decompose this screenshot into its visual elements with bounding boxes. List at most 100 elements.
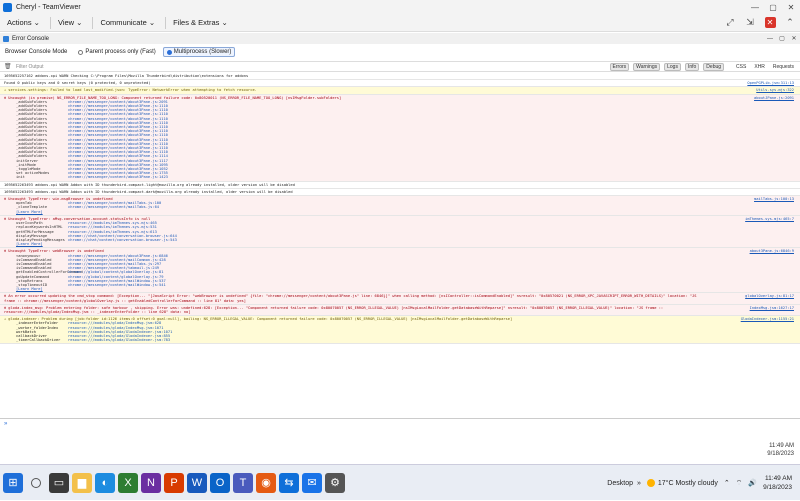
- source-link[interactable]: globalOverlay.js:81:17: [745, 294, 794, 298]
- onenote-icon[interactable]: N: [141, 472, 161, 493]
- window-title: Cheryl - TeamViewer: [16, 3, 81, 11]
- chevron-right-icon[interactable]: »: [637, 480, 641, 487]
- teamviewer-title-bar: Cheryl - TeamViewer — ▢ ✕: [0, 0, 800, 14]
- volume-icon[interactable]: 🔊: [748, 479, 757, 487]
- mode-parent-only-radio[interactable]: Parent process only (Fast): [75, 48, 158, 56]
- mode-multiprocess-radio[interactable]: Multiprocess (Slower): [162, 47, 236, 57]
- entry-text: 1695652263493 addons.xpi WARN Addon with…: [4, 189, 293, 194]
- source-link[interactable]: Utils.sys.mjs:322: [756, 88, 794, 92]
- entry-message: 1695652257162 addons.xpi WARN Checking C…: [4, 74, 796, 78]
- error-entry[interactable]: ⊗ Uncaught (in promise) NS_ERROR_FILE_NAM…: [0, 94, 800, 182]
- error-icon: ⊗: [4, 249, 7, 254]
- menu-files-extras[interactable]: Files & Extras ⌄: [173, 18, 228, 27]
- frame-location-link[interactable]: resource:///modules/gloda/GlodaIndexer.j…: [68, 338, 170, 342]
- source-link[interactable]: imThemes.sys.mjs:465:7: [745, 217, 794, 221]
- maximize-button[interactable]: ▢: [764, 3, 782, 12]
- start-icon[interactable]: ⊞: [3, 472, 23, 493]
- source-link[interactable]: GlodaIndexer.jsm:1155:21: [741, 317, 794, 321]
- divider: [92, 16, 94, 29]
- powerpoint-icon[interactable]: P: [164, 472, 184, 493]
- weather-icon: [646, 479, 655, 487]
- log-entry[interactable]: 1695652263493 addons.xpi WARN Addon with…: [0, 182, 800, 189]
- frame-location-link[interactable]: chrome://chat/content/conversation-brows…: [68, 238, 177, 242]
- settings-icon[interactable]: ⚙: [325, 472, 345, 493]
- desktop-label[interactable]: Desktop: [607, 480, 633, 487]
- toggle-logs[interactable]: Logs: [664, 62, 681, 71]
- chevron-up-icon[interactable]: ⌃: [780, 14, 800, 31]
- teamviewer-icon[interactable]: ⇆: [279, 472, 299, 493]
- error-entry[interactable]: ⊗ Uncaught TypeError: webBrowser is undef…: [0, 248, 800, 294]
- log-entry[interactable]: 1695652257162 addons.xpi WARN Checking C…: [0, 73, 800, 81]
- entry-text: Found 0 public keys and 0 secret keys (0…: [4, 81, 151, 86]
- error-icon: ⊗: [4, 216, 7, 221]
- learn-more-link[interactable]: [Learn More]: [4, 287, 796, 291]
- firefox-icon[interactable]: ◉: [256, 472, 276, 493]
- log-entry[interactable]: 1695652263493 addons.xpi WARN Addon with…: [0, 189, 800, 197]
- weather-widget[interactable]: 17°C Mostly cloudy: [646, 479, 718, 487]
- frame-location-link[interactable]: chrome://messenger/content/mailTabs.js:6…: [68, 205, 159, 209]
- network-icon[interactable]: ⌔: [736, 479, 743, 488]
- edge-icon[interactable]: ◐: [95, 472, 115, 493]
- toggle-css[interactable]: CSS: [734, 64, 748, 70]
- menu-communicate[interactable]: Communicate ⌄: [100, 18, 155, 27]
- menu-actions[interactable]: Actions ⌄: [7, 18, 40, 27]
- error-entry[interactable]: ⊗ Uncaught TypeError: aMsg.conversation.a…: [0, 215, 800, 249]
- console-maximize-button[interactable]: ▢: [776, 35, 788, 42]
- taskbar: ⊞ ▭ ▆ ◐ X N P W O T ◉ ⇆ ✉ ⚙ Desktop » 17…: [0, 464, 800, 500]
- taskbar-time: 11:49 AM: [765, 475, 792, 482]
- word-icon[interactable]: W: [187, 472, 207, 493]
- source-link[interactable]: mailTabs.js:100:13: [754, 197, 794, 201]
- file-explorer-icon[interactable]: ▆: [72, 472, 92, 493]
- pin-icon[interactable]: ⇲: [740, 14, 760, 31]
- radio-dot: [166, 49, 172, 55]
- toggle-warnings[interactable]: Warnings: [633, 62, 661, 71]
- error-console-title-bar: Error Console — ▢ ✕: [0, 33, 800, 44]
- warning-entry[interactable]: ⚠ services.settings: Failed to load last_…: [0, 87, 800, 95]
- outlook-icon[interactable]: O: [210, 472, 230, 493]
- entry-text: An error occurred updating the cmd_stop …: [4, 294, 697, 303]
- menu-view[interactable]: View ⌄: [58, 18, 83, 27]
- console-close-button[interactable]: ✕: [788, 35, 800, 42]
- learn-more-link[interactable]: [Learn More]: [4, 210, 796, 214]
- entry-message: ⊗ gloda.index_msg: Problem entering folde…: [4, 306, 796, 314]
- close-button[interactable]: ✕: [782, 3, 800, 12]
- toggle-requests[interactable]: Requests: [771, 64, 796, 70]
- source-link[interactable]: about3Pane.js:6846:9: [750, 249, 794, 253]
- thunderbird-icon[interactable]: ✉: [302, 472, 322, 493]
- frame-function: init: [16, 175, 25, 180]
- source-link[interactable]: IndexMsg.jsm:1627:17: [750, 306, 794, 310]
- teams-icon[interactable]: T: [233, 472, 253, 493]
- excel-icon[interactable]: X: [118, 472, 138, 493]
- learn-more-link[interactable]: [Learn More]: [4, 242, 796, 246]
- category-toggles: Errors Warnings Logs Info Debug CSS XHR …: [606, 62, 796, 71]
- taskbar-clock[interactable]: 11:49 AM 9/18/2023: [763, 474, 792, 492]
- error-entry[interactable]: ⊗ Uncaught TypeError: win.msgBrowser is u…: [0, 196, 800, 216]
- teamviewer-logo-icon: [3, 2, 12, 12]
- radio-dot: [78, 49, 84, 55]
- frame-location-link[interactable]: chrome://messenger/content/mailWindow.js…: [68, 283, 166, 287]
- chevron-up-icon[interactable]: ⌃: [724, 479, 730, 487]
- error-entry[interactable]: ⊗ An error occurred updating the cmd_stop…: [0, 293, 800, 305]
- end-session-icon[interactable]: ✕: [760, 14, 780, 31]
- toggle-info[interactable]: Info: [684, 62, 700, 71]
- search-icon[interactable]: [31, 477, 41, 488]
- remote-date: 9/18/2023: [767, 451, 794, 457]
- minimize-button[interactable]: —: [746, 3, 764, 12]
- source-link[interactable]: aboutJPane.js:2091: [754, 96, 794, 100]
- error-entry[interactable]: ⊗ gloda.index_msg: Problem entering folde…: [0, 304, 800, 317]
- log-entry[interactable]: Found 0 public keys and 0 secret keys (0…: [0, 80, 800, 88]
- radio-label: Parent process only (Fast): [85, 49, 156, 55]
- toggle-xhr[interactable]: XHR: [752, 64, 767, 70]
- toggle-debug[interactable]: Debug: [703, 62, 725, 71]
- expand-icon[interactable]: ⤢: [720, 14, 740, 31]
- console-input[interactable]: »: [0, 418, 800, 428]
- source-link[interactable]: OpenPGPLib.jsm:311:13: [747, 81, 794, 85]
- trash-icon[interactable]: 🗑: [4, 63, 12, 70]
- toggle-errors[interactable]: Errors: [609, 62, 630, 71]
- frame-location-link[interactable]: chrome://messenger/content/about3Pane.js…: [68, 175, 168, 179]
- stack-frame: init chrome://messenger/content/about3Pan…: [4, 175, 796, 179]
- filter-input[interactable]: Filter Output: [16, 64, 76, 70]
- console-minimize-button[interactable]: —: [764, 36, 776, 42]
- task-view-icon[interactable]: ▭: [49, 472, 69, 493]
- warning-entry[interactable]: ⚠ gloda.indexer: Problem during [job:fold…: [0, 316, 800, 345]
